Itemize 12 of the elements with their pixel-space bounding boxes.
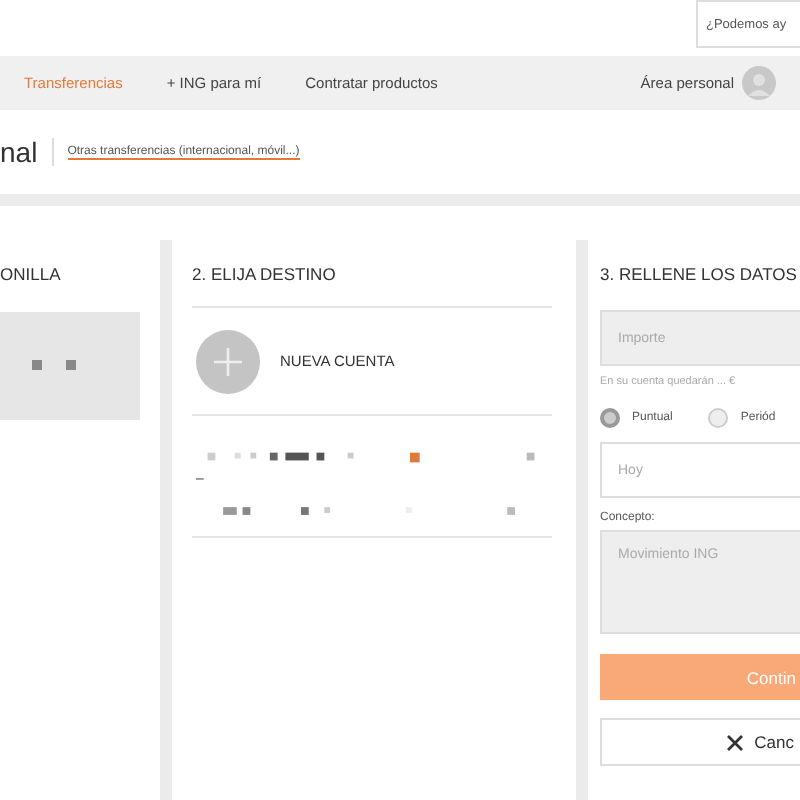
radio-button[interactable] (708, 408, 729, 428)
column-heading: 3. RELLENE LOS DATOS (600, 261, 799, 287)
radio-button[interactable] (600, 408, 620, 428)
redacted-text-drawing (32, 360, 76, 372)
selected-account-card[interactable] (0, 312, 140, 420)
close-icon (726, 733, 745, 751)
avatar-icon[interactable] (742, 66, 776, 100)
cancel-button[interactable]: Canc (600, 718, 800, 766)
column-heading: 2. ELIJA DESTINO (192, 240, 552, 308)
add-circle-icon[interactable] (196, 329, 260, 393)
column-heading: ONILLA (0, 261, 63, 287)
page-title: nal (0, 136, 38, 168)
